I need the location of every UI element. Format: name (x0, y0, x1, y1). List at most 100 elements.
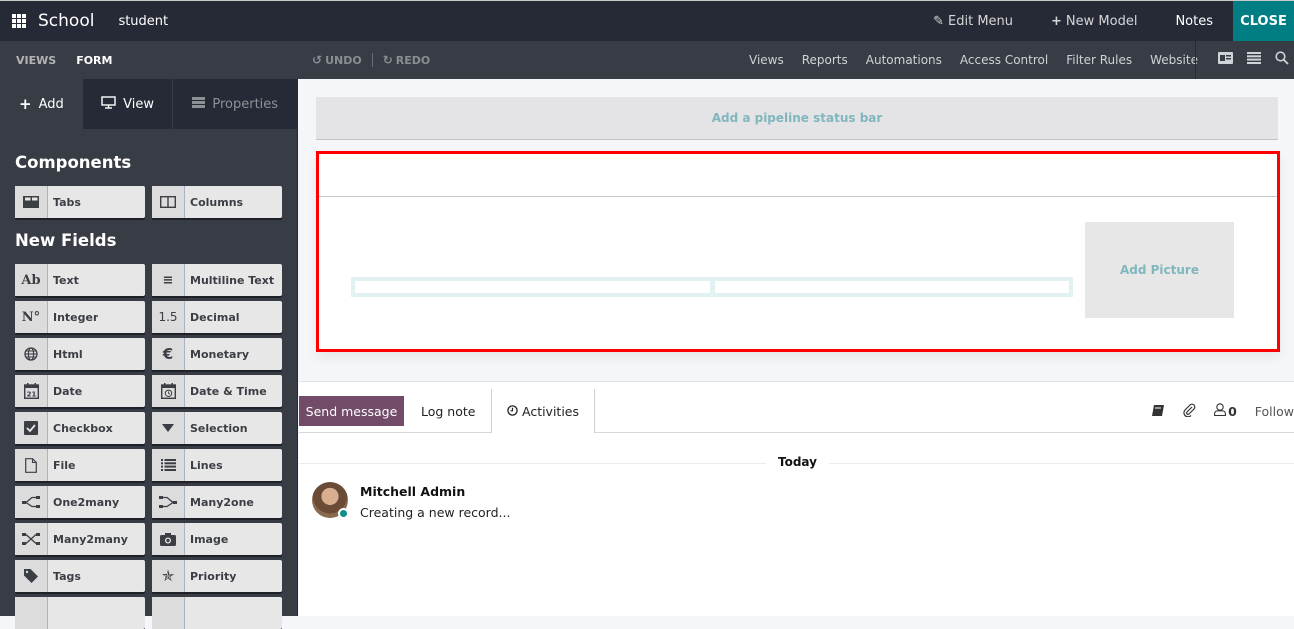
apps-menu-icon[interactable] (12, 14, 26, 28)
add-pipeline-status-bar[interactable]: Add a pipeline status bar (316, 97, 1278, 140)
field-decimal[interactable]: 1.5 Decimal (152, 301, 282, 333)
log-note-button[interactable]: Log note (421, 396, 475, 426)
activities-button[interactable]: Activities (491, 389, 595, 433)
field-label: Lines (190, 458, 223, 472)
breadcrumb: VIEWS FORM (16, 54, 112, 67)
avatar[interactable] (312, 482, 349, 519)
field-partial[interactable] (152, 597, 282, 629)
field-integer[interactable]: N° Integer (15, 301, 145, 333)
paperclip-icon[interactable] (1182, 403, 1196, 420)
activities-label: Activities (521, 403, 580, 419)
field-label: Priority (190, 569, 237, 583)
calendar-clock-icon (152, 375, 185, 407)
app-name[interactable]: School (38, 11, 94, 31)
pencil-icon: ✎ (933, 13, 945, 29)
calendar-icon: 21 (15, 375, 48, 407)
nav-views[interactable]: Views (749, 53, 784, 67)
follow-button[interactable]: Follow (1255, 404, 1294, 419)
field-checkbox[interactable]: Checkbox (15, 412, 145, 444)
field-priority[interactable]: ✯ Priority (152, 560, 282, 592)
field-label: Date (53, 384, 83, 398)
sheet-header-area[interactable] (319, 154, 1277, 197)
field-selection[interactable]: Selection (152, 412, 282, 444)
form-sheet[interactable]: Add Picture (316, 151, 1280, 352)
title-field-placeholder[interactable] (355, 281, 710, 293)
field-text[interactable]: Ab Text (15, 264, 145, 296)
field-partial[interactable] (15, 597, 145, 629)
undo-button[interactable]: UNDO (325, 54, 362, 67)
component-label: Columns (190, 195, 244, 209)
redo-button[interactable]: REDO (396, 54, 430, 67)
book-icon[interactable] (1152, 404, 1165, 419)
tab-view[interactable]: View (82, 79, 174, 129)
monitor-icon (101, 95, 116, 113)
text-icon: Ab (15, 264, 48, 296)
properties-icon (192, 96, 206, 112)
nav-reports[interactable]: Reports (802, 53, 848, 67)
field-date-time[interactable]: Date & Time (152, 375, 282, 407)
new-model-link[interactable]: + New Model (1051, 14, 1137, 29)
plus-icon: + (18, 95, 32, 113)
field-label: Integer (53, 310, 99, 324)
component-columns[interactable]: Columns (152, 186, 282, 218)
add-picture-button[interactable]: Add Picture (1085, 222, 1234, 318)
studio-nav: Views Reports Automations Access Control… (749, 53, 1198, 67)
tab-properties[interactable]: Properties (173, 79, 297, 129)
field-label: Many2many (53, 532, 128, 546)
edit-menu-label: Edit Menu (948, 13, 1014, 29)
checkbox-icon (15, 412, 48, 444)
tab-properties-label: Properties (212, 96, 279, 112)
columns-icon (152, 186, 185, 218)
edit-menu-link[interactable]: ✎ Edit Menu (933, 14, 1013, 29)
field-lines[interactable]: Lines (152, 449, 282, 481)
field-label: Checkbox (53, 421, 113, 435)
list-icon[interactable] (1247, 52, 1261, 68)
component-tabs[interactable]: Tabs (15, 186, 145, 218)
send-message-button[interactable]: Send message (299, 396, 404, 426)
divider (371, 53, 373, 67)
field-label: Date & Time (190, 384, 267, 398)
field-label: Html (53, 347, 83, 361)
field-html[interactable]: Html (15, 338, 145, 370)
title-field-group[interactable] (351, 277, 1073, 297)
field-image[interactable]: Image (152, 523, 282, 555)
tab-add[interactable]: + Add (0, 79, 83, 129)
field-label: Decimal (190, 310, 240, 324)
euro-icon: € (152, 338, 185, 370)
redo-icon: ↻ (382, 53, 393, 67)
field-multiline-text[interactable]: ≡ Multiline Text (152, 264, 282, 296)
followers-button[interactable]: 0 (1214, 403, 1237, 419)
component-label: Tabs (53, 195, 81, 209)
decimal-icon: 1.5 (152, 301, 185, 333)
notes-link[interactable]: Notes (1175, 14, 1213, 29)
new-fields-heading: New Fields (15, 231, 117, 250)
field-icon (15, 597, 48, 629)
field-file[interactable]: File (15, 449, 145, 481)
field-one2many[interactable]: One2many (15, 486, 145, 518)
form-editor: Add a pipeline status bar Add Picture Se… (299, 79, 1294, 616)
field-many2one[interactable]: Many2one (152, 486, 282, 518)
nav-filter-rules[interactable]: Filter Rules (1066, 53, 1132, 67)
field-tags[interactable]: Tags (15, 560, 145, 592)
id-card-icon[interactable] (1218, 52, 1233, 68)
field-label: One2many (53, 495, 120, 509)
field-label: Many2one (190, 495, 254, 509)
field-monetary[interactable]: € Monetary (152, 338, 282, 370)
components-heading: Components (15, 153, 132, 172)
plus-icon: + (1051, 13, 1062, 29)
title-field-placeholder[interactable] (714, 281, 1069, 293)
nav-automations[interactable]: Automations (866, 53, 942, 67)
nav-website[interactable]: Website (1150, 53, 1198, 67)
field-date[interactable]: 21 Date (15, 375, 145, 407)
close-button[interactable]: CLOSE (1233, 1, 1294, 41)
model-name[interactable]: student (118, 14, 168, 29)
message-author[interactable]: Mitchell Admin (360, 484, 510, 499)
breadcrumb-views[interactable]: VIEWS (16, 54, 56, 67)
search-icon[interactable] (1275, 51, 1289, 69)
studio-sidebar: + Add View Properties Components Tabs Co… (0, 79, 298, 629)
field-many2many[interactable]: Many2many (15, 523, 145, 555)
caret-down-icon (152, 412, 185, 444)
integer-icon: N° (15, 301, 48, 333)
svg-text:21: 21 (26, 390, 36, 398)
nav-access-control[interactable]: Access Control (960, 53, 1048, 67)
